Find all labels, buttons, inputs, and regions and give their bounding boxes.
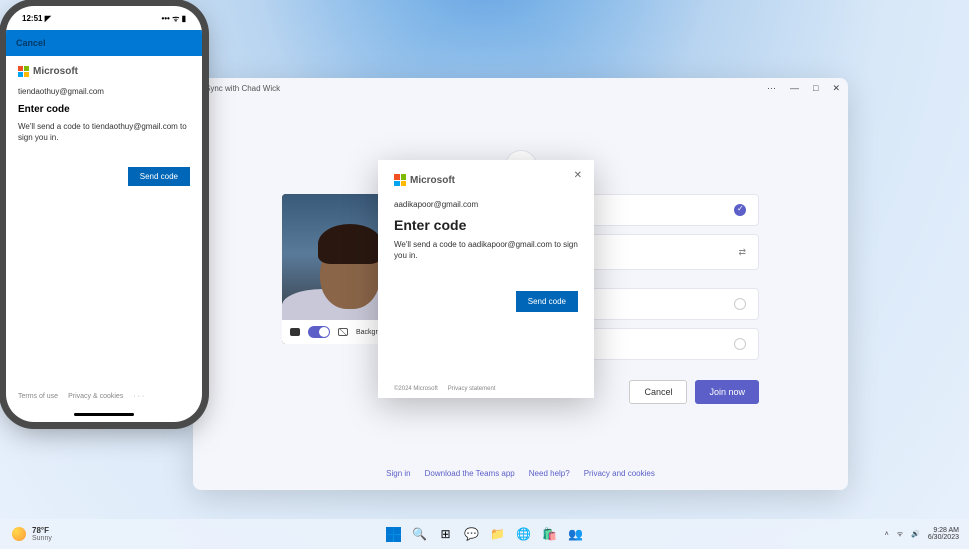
teams-taskbar-icon[interactable]: 👥 [565, 523, 587, 545]
window-more-icon[interactable]: ··· [767, 83, 776, 94]
footer-links: Sign in Download the Teams app Need help… [193, 469, 848, 478]
taskbar-weather-widget[interactable]: 78°F Sunny [12, 526, 52, 542]
dialog-email: aadikapoor@gmail.com [394, 200, 578, 209]
search-icon[interactable]: 🔍 [409, 523, 431, 545]
copyright-text: ©2024 Microsoft [394, 386, 438, 392]
brand-text: Microsoft [410, 175, 455, 186]
iphone-email: tiendaothuy@gmail.com [18, 87, 190, 96]
iphone-statusbar: 12:51 ◤ ••• ᯤ ▮ [6, 6, 202, 30]
iphone-more-icon[interactable]: · · · [133, 393, 144, 400]
iphone-mockup: 12:51 ◤ ••• ᯤ ▮ Cancel Microsoft tiendao… [6, 6, 202, 422]
window-title: Sync with Chad Wick [201, 84, 280, 93]
microsoft-logo: Microsoft [394, 174, 578, 186]
privacy-statement-link[interactable]: Privacy statement [448, 386, 496, 392]
chat-icon[interactable]: 💬 [461, 523, 483, 545]
join-now-button[interactable]: Join now [695, 380, 759, 404]
help-link[interactable]: Need help? [529, 469, 570, 478]
iphone-ms-logo: Microsoft [18, 66, 190, 77]
edge-icon[interactable]: 🌐 [513, 523, 535, 545]
iphone-cancel-bar[interactable]: Cancel [6, 30, 202, 56]
swap-icon[interactable]: ⇄ [738, 247, 746, 258]
radio-icon [734, 298, 746, 310]
explorer-icon[interactable]: 📁 [487, 523, 509, 545]
effects-icon[interactable] [338, 328, 348, 336]
download-link[interactable]: Download the Teams app [425, 469, 515, 478]
taskbar-tray[interactable]: ˄ ᯤ 🔊 9:28 AM 6/30/2023 [885, 527, 959, 541]
chevron-up-icon[interactable]: ˄ [885, 531, 889, 538]
tray-date: 6/30/2023 [928, 534, 959, 541]
store-icon[interactable]: 🛍️ [539, 523, 561, 545]
sign-in-link[interactable]: Sign in [386, 469, 410, 478]
iphone-body: We'll send a code to tiendaothuy@gmail.c… [18, 121, 190, 143]
camera-icon [290, 328, 300, 336]
sun-icon [12, 527, 26, 541]
wifi-icon[interactable]: ᯤ [897, 530, 903, 539]
privacy-link[interactable]: Privacy and cookies [584, 469, 655, 478]
dialog-close-icon[interactable]: ✕ [570, 168, 586, 183]
window-maximize-icon[interactable]: □ [813, 83, 818, 94]
taskbar-apps: 🔍 ⊞ 💬 📁 🌐 🛍️ 👥 [383, 523, 587, 545]
dialog-heading: Enter code [394, 217, 578, 233]
tray-time: 9:28 AM [928, 527, 959, 534]
checkmark-icon [734, 204, 746, 216]
iphone-home-indicator[interactable] [74, 413, 134, 416]
window-minimize-icon[interactable]: — [790, 83, 799, 94]
iphone-footer: Terms of use Privacy & cookies · · · [18, 393, 144, 400]
iphone-privacy-link[interactable]: Privacy & cookies [68, 393, 123, 400]
volume-icon[interactable]: 🔊 [911, 530, 920, 538]
iphone-heading: Enter code [18, 104, 190, 115]
radio-icon [734, 338, 746, 350]
windows-taskbar: 78°F Sunny 🔍 ⊞ 💬 📁 🌐 🛍️ 👥 ˄ ᯤ 🔊 9:28 AM … [0, 519, 969, 549]
dialog-body: We'll send a code to aadikapoor@gmail.co… [394, 239, 578, 261]
status-icons: ••• ᯤ ▮ [161, 13, 186, 24]
iphone-terms-link[interactable]: Terms of use [18, 393, 58, 400]
iphone-time: 12:51 ◤ [22, 14, 51, 23]
cancel-button[interactable]: Cancel [629, 380, 687, 404]
window-titlebar: Sync with Chad Wick ··· — □ ✕ [193, 78, 848, 98]
camera-toggle[interactable] [308, 326, 330, 338]
microsoft-signin-dialog: ✕ Microsoft aadikapoor@gmail.com Enter c… [378, 160, 594, 398]
start-button[interactable] [383, 523, 405, 545]
iphone-send-code-button[interactable]: Send code [128, 167, 190, 186]
window-close-icon[interactable]: ✕ [832, 83, 840, 94]
task-view-icon[interactable]: ⊞ [435, 523, 457, 545]
send-code-button[interactable]: Send code [516, 291, 578, 312]
